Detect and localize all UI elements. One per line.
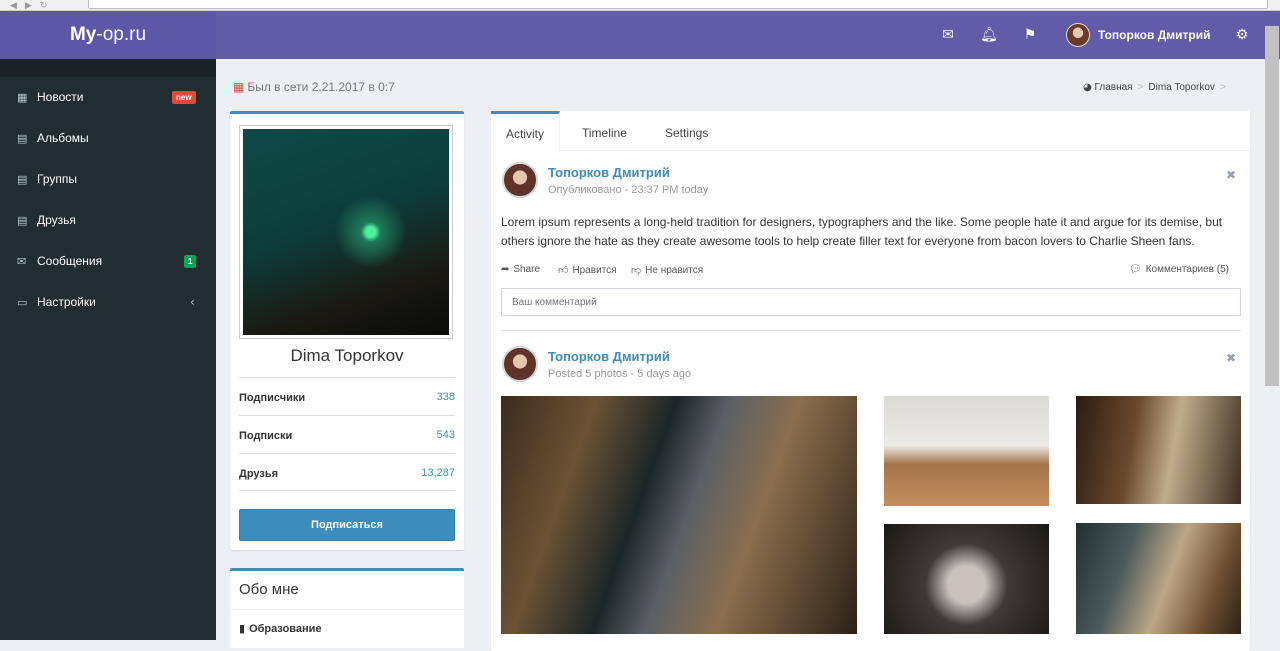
share-action[interactable]: ➦ Share (501, 264, 540, 275)
new-badge: new (172, 91, 196, 104)
stat-value[interactable]: 543 (437, 416, 455, 454)
sidebar-item-friends[interactable]: ▤ Друзья (0, 200, 216, 241)
like-action[interactable]: 👍︎ Нравится (558, 264, 617, 276)
close-icon[interactable]: ✖ (1226, 168, 1236, 182)
calendar-icon: ▤ (17, 214, 28, 227)
close-icon[interactable]: ✖ (1226, 351, 1236, 365)
breadcrumb-home[interactable]: Главная (1095, 82, 1133, 93)
profile-card: Dima Toporkov Подписчики 338 Подписки 543 … (230, 111, 464, 550)
breadcrumb-current[interactable]: Dima Toporkov (1148, 82, 1215, 93)
about-divider (230, 609, 464, 610)
dashboard-icon: ◕ (1083, 82, 1092, 93)
dislike-action[interactable]: 👎︎ Не нравится (631, 264, 703, 276)
post-divider (501, 330, 1241, 331)
browser-toolbar: ◀▶↻ (0, 0, 1280, 11)
laptop-icon: ▭ (17, 296, 28, 309)
sidebar-item-albums[interactable]: ▤ Альбомы (0, 118, 216, 159)
dislike-label: Не нравится (645, 265, 704, 276)
post-author-name[interactable]: Топорков Дмитрий (548, 165, 670, 180)
stat-friends: Друзья 13,287 (239, 453, 455, 491)
envelope-icon: ✉ (17, 255, 27, 268)
follow-button[interactable]: Подписаться (239, 509, 455, 541)
app-logo[interactable]: My-op.ru (0, 11, 216, 59)
tab-timeline[interactable]: Timeline (567, 111, 642, 152)
sidebar-item-groups[interactable]: ▤ Группы (0, 159, 216, 200)
activity-panel: Activity Timeline Settings Топорков Дмит… (491, 111, 1250, 651)
tab-settings[interactable]: Settings (650, 111, 723, 152)
book-icon: ▮ (239, 622, 246, 635)
flag-icon[interactable]: ⚑ (1020, 24, 1040, 46)
online-status-text: Был в сети 2.21.2017 в 0:7 (247, 80, 395, 94)
page-scrollbar[interactable] (1265, 26, 1279, 386)
address-bar[interactable] (88, 0, 1268, 9)
post-photo-reading-woman[interactable] (884, 524, 1049, 634)
profile-photo[interactable] (239, 125, 453, 339)
stat-label: Друзья (239, 468, 279, 480)
user-menu-name[interactable]: Топорков Дмитрий (1098, 11, 1210, 59)
post-photo-canal[interactable] (1076, 396, 1241, 504)
breadcrumb-separator: > (1219, 82, 1226, 93)
chevron-left-icon: ‹ (190, 295, 195, 309)
post-meta: Posted 5 photos - 5 days ago (548, 368, 692, 380)
stat-value[interactable]: 13,287 (421, 454, 455, 492)
post-author-avatar[interactable] (502, 162, 538, 198)
sidebar-item-label: Настройки (37, 295, 96, 309)
post-photo-street-2[interactable] (1076, 523, 1241, 634)
post-photo-dining-room[interactable] (884, 396, 1049, 506)
stat-value[interactable]: 338 (437, 378, 455, 416)
education-heading: ▮ Образование (239, 622, 322, 635)
post-body: Lorem ipsum represents a long-held tradi… (501, 215, 1223, 248)
share-icon: ➦ (501, 264, 510, 275)
sidebar-item-messages[interactable]: ✉ Сообщения 1 (0, 241, 216, 282)
stat-followers: Подписчики 338 (239, 377, 455, 415)
profile-name: Dima Toporkov (290, 346, 404, 365)
mail-icon[interactable]: ✉ (938, 24, 958, 46)
sidebar-item-label: Новости (37, 90, 84, 104)
th-icon: ▦ (17, 91, 28, 104)
education-label: Образование (249, 623, 322, 635)
messages-count-badge: 1 (184, 255, 197, 268)
about-card: Обо мне ▮ Образование (230, 568, 464, 648)
share-label: Share (513, 264, 541, 275)
post-photo-street[interactable] (501, 396, 857, 634)
stat-label: Подписки (239, 430, 293, 442)
thumbs-up-icon: 👍︎ (558, 265, 569, 276)
tab-activity[interactable]: Activity (491, 111, 561, 152)
profile-photo-image (243, 129, 449, 335)
post-author-name[interactable]: Топорков Дмитрий (548, 349, 670, 364)
post-meta: Опубликовано - 23:37 PM today (548, 184, 709, 196)
gears-icon[interactable]: ⚙ (1232, 24, 1252, 46)
sidebar-item-settings[interactable]: ▭ Настройки ‹ (0, 282, 216, 323)
comments-label: Комментариев (5) (1145, 264, 1229, 275)
about-title: Обо мне (239, 581, 299, 598)
like-label: Нравится (572, 265, 617, 276)
sidebar-item-label: Группы (37, 172, 77, 186)
bell-icon[interactable]: 🔔︎ (979, 24, 999, 46)
thumbs-down-icon: 👎︎ (631, 265, 642, 276)
sidebar-item-label: Альбомы (37, 131, 89, 145)
sidebar-item-label: Сообщения (37, 254, 103, 268)
calendar-icon: ▤ (17, 173, 28, 186)
breadcrumb-separator: > (1137, 82, 1144, 93)
sidebar-item-label: Друзья (37, 213, 76, 227)
logo-bold: My (69, 24, 97, 45)
tab-bar: Activity Timeline Settings (491, 111, 1250, 152)
post-author-avatar[interactable] (502, 346, 538, 382)
sidebar: ▦ Новости new ▤ Альбомы ▤ Группы ▤ Друзья ✉ Со… (0, 59, 216, 640)
comment-input[interactable] (501, 288, 1241, 316)
calendar-icon: ▤ (17, 132, 28, 145)
sidebar-top-strip (0, 59, 216, 77)
user-avatar[interactable] (1066, 23, 1090, 47)
top-navbar: ✉ 🔔︎ ⚑ Топорков Дмитрий ⚙ (216, 11, 1280, 59)
sidebar-item-news[interactable]: ▦ Новости new (0, 77, 216, 118)
stat-label: Подписчики (239, 392, 306, 404)
online-status: ▦ Был в сети 2.21.2017 в 0:7 (233, 80, 395, 94)
stat-following: Подписки 543 (239, 415, 455, 453)
comments-link[interactable]: 💬︎ Комментариев (5) (1129, 264, 1229, 275)
calendar-icon: ▦ (233, 80, 245, 94)
breadcrumb: ◕ Главная > Dima Toporkov > (1083, 82, 1231, 93)
browser-nav-icons[interactable]: ◀▶↻ (10, 1, 55, 11)
logo-rest: -op.ru (96, 24, 147, 45)
comments-icon: 💬︎ (1129, 264, 1142, 275)
